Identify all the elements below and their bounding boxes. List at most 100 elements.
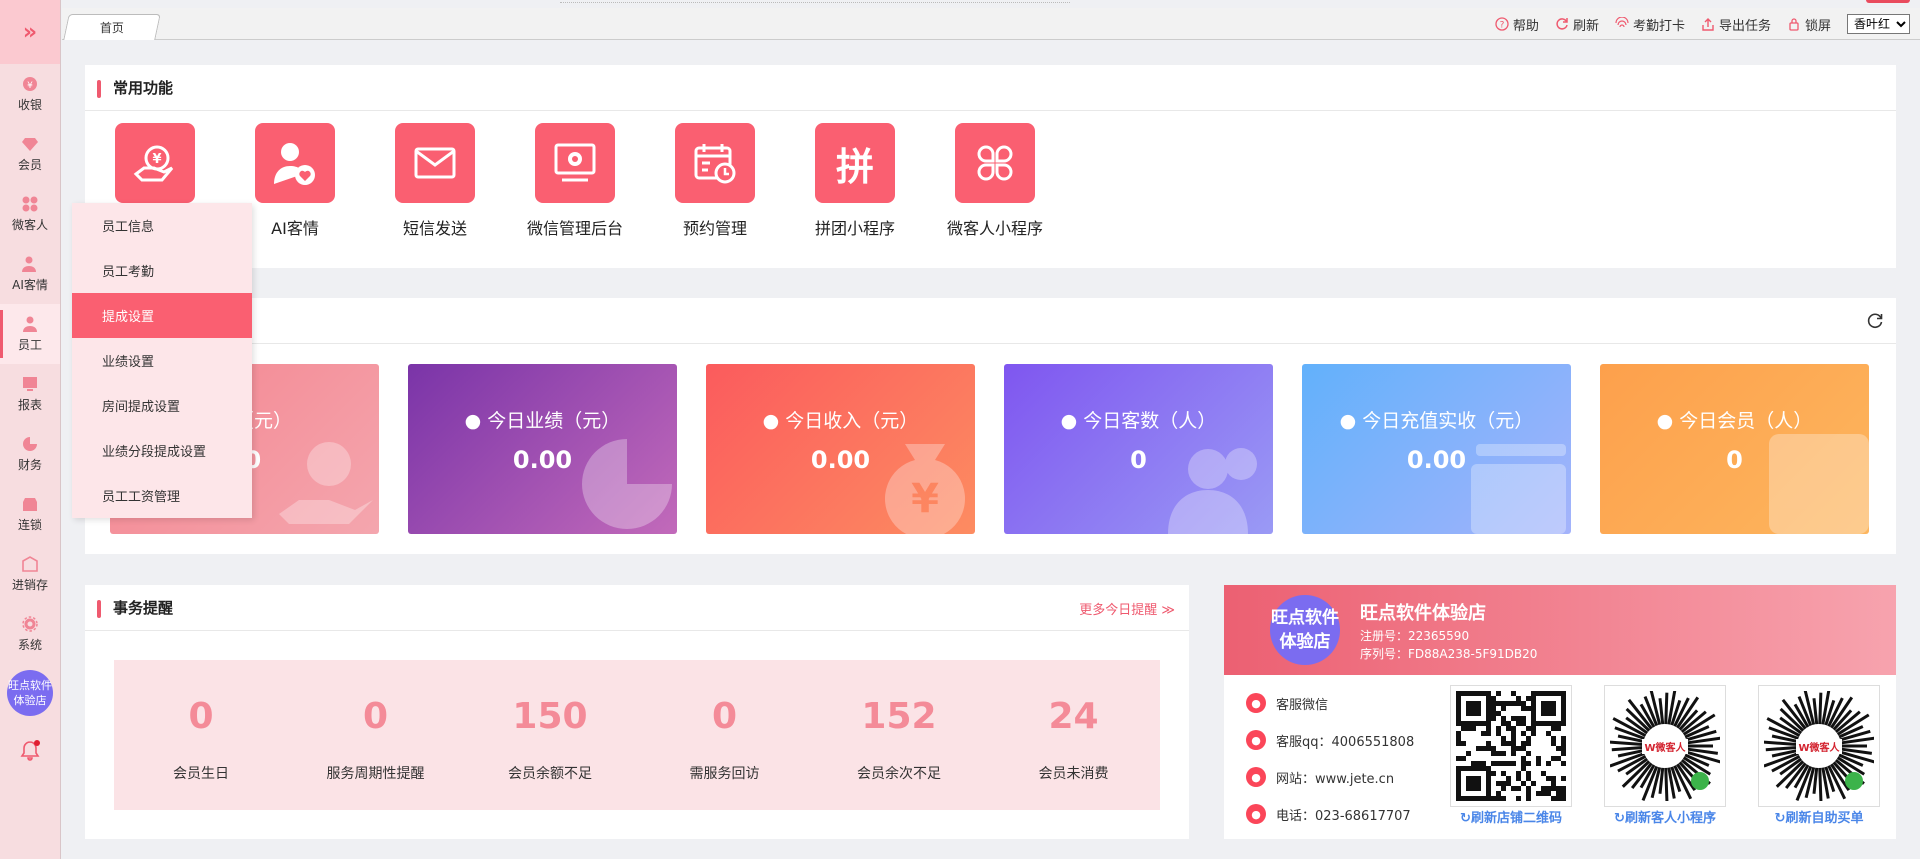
sidebar-item[interactable]: AI客情 bbox=[0, 244, 60, 304]
submenu-item[interactable]: 提成设置 bbox=[72, 293, 252, 338]
stats-header bbox=[85, 298, 1896, 344]
qr-refresh-link[interactable]: ↻刷新店铺二维码 bbox=[1431, 807, 1591, 826]
sidebar-item[interactable]: 财务 bbox=[0, 424, 60, 484]
refresh-label: 刷新 bbox=[1572, 18, 1599, 34]
common-functions-panel: 常用功能 ¥ AI客情 短信发送 微信管理后台 预约管理拼拼团小程序 微客人小程序 bbox=[85, 65, 1896, 268]
function-label: 微客人小程序 bbox=[946, 219, 1043, 238]
qr-refresh-link[interactable]: ↻刷新客人小程序 bbox=[1585, 807, 1745, 826]
stat-title-text: 今日会员（人） bbox=[1679, 410, 1813, 432]
tab-home[interactable]: 首页 bbox=[63, 14, 161, 40]
sidebar-item[interactable]: 员工 bbox=[0, 304, 60, 364]
stat-card[interactable]: ● 今日会员（人） 0 bbox=[1600, 364, 1869, 534]
sidebar-item-label: 报表 bbox=[17, 397, 42, 412]
report-icon bbox=[21, 376, 39, 392]
lock-label: 锁屏 bbox=[1804, 18, 1831, 34]
function-item[interactable]: 微客人小程序 bbox=[925, 123, 1065, 239]
stat-card[interactable]: ¥ ● 今日收入（元） 0.00 bbox=[706, 364, 975, 534]
sidebar: » ¥ 收银会员微客人 AI客情员工报表财务 连锁 进销存系统 旺点软件体验店 bbox=[0, 0, 61, 859]
submenu-item[interactable]: 员工信息 bbox=[72, 203, 252, 248]
refresh-icon: ↻ bbox=[1774, 811, 1786, 826]
reminder-item[interactable]: 0 需服务回访 bbox=[638, 660, 812, 810]
submenu-item[interactable]: 房间提成设置 bbox=[72, 383, 252, 428]
reminder-item[interactable]: 0 服务周期性提醒 bbox=[289, 660, 463, 810]
store-header: 旺点软件体验店 旺点软件体验店 注册号：22365590 序列号：FD88A23… bbox=[1224, 585, 1896, 675]
toolbar: ? 帮助 刷新 考勤打卡 导出任务 锁屏 香叶红 bbox=[1495, 14, 1910, 34]
clover-icon bbox=[21, 196, 39, 212]
reminder-value: 152 bbox=[861, 696, 937, 737]
function-item[interactable]: 预约管理 bbox=[645, 123, 785, 239]
sidebar-item-label: 系统 bbox=[17, 637, 42, 652]
submenu-item[interactable]: 业绩设置 bbox=[72, 338, 252, 383]
sidebar-item[interactable]: 系统 bbox=[0, 604, 60, 664]
function-label: 拼团小程序 bbox=[814, 219, 895, 238]
contact-item: ● 电话：023-68617707 bbox=[1246, 804, 1411, 824]
sidebar-item[interactable]: 微客人 bbox=[0, 184, 60, 244]
notification-bell-icon[interactable] bbox=[20, 740, 40, 762]
stat-title: ● 今日会员（人） bbox=[1600, 406, 1869, 433]
reminder-item[interactable]: 150 会员余额不足 bbox=[463, 660, 637, 810]
reminder-item[interactable]: 24 会员未消费 bbox=[987, 660, 1161, 810]
sidebar-item-label: 会员 bbox=[17, 157, 42, 172]
contact-text: 客服微信 bbox=[1276, 697, 1329, 713]
wechat-admin-icon bbox=[535, 123, 615, 203]
stat-card[interactable]: ● 今日业绩（元） 0.00 bbox=[408, 364, 677, 534]
stat-title: ● 今日收入（元） bbox=[706, 406, 975, 433]
diamond-icon bbox=[21, 136, 39, 152]
phone-icon: ● bbox=[1246, 804, 1266, 824]
store-avatar[interactable]: 旺点软件体验店 bbox=[7, 670, 53, 716]
export-button[interactable]: 导出任务 bbox=[1701, 15, 1771, 34]
calendar-clock-icon bbox=[675, 123, 755, 203]
stats-refresh-icon[interactable] bbox=[1866, 312, 1884, 330]
refresh-icon: ↻ bbox=[1460, 811, 1471, 826]
contact-item: ● 客服微信 bbox=[1246, 693, 1328, 713]
qr-refresh-link[interactable]: ↻刷新自助买单 bbox=[1739, 807, 1899, 826]
submenu-item[interactable]: 员工考勤 bbox=[72, 248, 252, 293]
function-item[interactable]: 短信发送 bbox=[365, 123, 505, 239]
pie-icon bbox=[21, 436, 39, 452]
svg-text:¥: ¥ bbox=[911, 476, 939, 522]
lock-button[interactable]: 锁屏 bbox=[1787, 15, 1831, 34]
qr-brand-label: W微客人 bbox=[1796, 738, 1842, 754]
attendance-button[interactable]: 考勤打卡 bbox=[1615, 15, 1685, 34]
submenu-item[interactable]: 业绩分段提成设置 bbox=[72, 428, 252, 473]
reminder-item[interactable]: 0 会员生日 bbox=[114, 660, 288, 810]
website-icon: ● bbox=[1246, 767, 1266, 787]
sidebar-item[interactable]: 连锁 bbox=[0, 484, 60, 544]
stat-card[interactable]: ● 今日客数（人） 0 bbox=[1004, 364, 1273, 534]
sidebar-item[interactable]: 进销存 bbox=[0, 544, 60, 604]
more-reminders-link[interactable]: 更多今日提醒 ≫ bbox=[1079, 599, 1175, 618]
reminder-value: 24 bbox=[1048, 696, 1099, 737]
top-red-tab[interactable] bbox=[1866, 0, 1910, 3]
contact-text: 客服qq：4006551808 bbox=[1276, 734, 1415, 750]
envelope-icon bbox=[395, 123, 475, 203]
sidebar-item[interactable]: 报表 bbox=[0, 364, 60, 424]
qr-refresh-label: 刷新客人小程序 bbox=[1624, 811, 1716, 826]
coin-icon: ¥ bbox=[21, 76, 39, 92]
store-serial: 序列号：FD88A238-5F91DB20 bbox=[1360, 647, 1538, 661]
notification-dot bbox=[34, 740, 40, 746]
reminder-label: 服务周期性提醒 bbox=[326, 766, 425, 782]
stat-title: ● 今日客数（人） bbox=[1004, 406, 1273, 433]
help-button[interactable]: ? 帮助 bbox=[1495, 15, 1539, 34]
top-divider bbox=[560, 0, 1070, 3]
sidebar-item[interactable]: 会员 bbox=[0, 124, 60, 184]
sidebar-toggle-button[interactable]: » bbox=[0, 0, 60, 64]
sidebar-item[interactable]: ¥ 收银 bbox=[0, 64, 60, 124]
staff-submenu: 员工信息 员工考勤 提成设置 业绩设置 房间提成设置 业绩分段提成设置 员工工资管理 bbox=[72, 203, 252, 518]
tab-bar: 首页 ? 帮助 刷新 考勤打卡 导出任务 锁屏 香叶红 bbox=[62, 8, 1920, 40]
reminder-item[interactable]: 152 会员余次不足 bbox=[812, 660, 986, 810]
stat-card[interactable]: ● 今日充值实收（元） 0.00 bbox=[1302, 364, 1571, 534]
sidebar-nav: ¥ 收银会员微客人 AI客情员工报表财务 连锁 进销存系统 bbox=[0, 64, 60, 664]
export-label: 导出任务 bbox=[1718, 18, 1771, 34]
stat-title-text: 今日充值实收（元） bbox=[1362, 410, 1534, 432]
sidebar-item-label: AI客情 bbox=[12, 277, 48, 292]
refresh-button[interactable]: 刷新 bbox=[1555, 15, 1599, 34]
lock-icon bbox=[1787, 17, 1801, 31]
stat-decoration-icon bbox=[1461, 424, 1571, 534]
theme-select[interactable]: 香叶红 bbox=[1847, 14, 1910, 34]
guest-miniprogram-qr: W微客人 bbox=[1604, 685, 1726, 807]
stats-panel: 现金（元）00● 今日业绩（元）0.00¥● 今日收入（元）0.00● 今日客数… bbox=[85, 298, 1896, 554]
function-item[interactable]: 微信管理后台 bbox=[505, 123, 645, 239]
function-item[interactable]: 拼拼团小程序 bbox=[785, 123, 925, 239]
submenu-item[interactable]: 员工工资管理 bbox=[72, 473, 252, 518]
